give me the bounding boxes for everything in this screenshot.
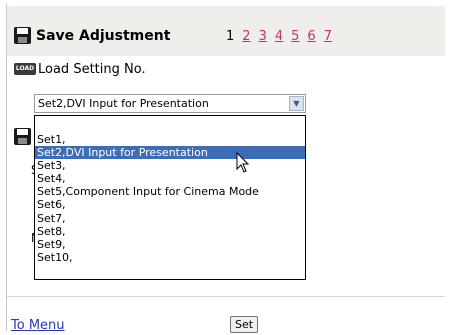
page-tab-4[interactable]: 4 (275, 29, 283, 44)
set-button[interactable]: Set (230, 316, 259, 333)
page-tab-2[interactable]: 2 (242, 29, 250, 44)
to-menu-link[interactable]: To Menu (11, 318, 65, 333)
save-disk-icon-2 (14, 128, 31, 145)
option-item[interactable]: Set5,Component Input for Cinema Mode (35, 185, 305, 198)
page-tab-1: 1 (226, 29, 235, 44)
load-setting-select[interactable]: Set2,DVI Input for Presentation ▼ (34, 94, 306, 113)
load-icon: LOAD (14, 63, 36, 75)
dropdown-arrow-icon[interactable]: ▼ (289, 96, 304, 111)
load-setting-options-list[interactable]: Set1, Set2,DVI Input for Presentation Set3… (34, 115, 306, 280)
option-item[interactable]: Set4, (35, 172, 305, 185)
option-item[interactable]: Set2,DVI Input for Presentation (35, 146, 305, 160)
option-item[interactable]: Set1, (35, 133, 305, 146)
page-tab-6[interactable]: 6 (307, 29, 315, 44)
option-item[interactable]: Set6, (35, 198, 305, 211)
page-title: Save Adjustment (36, 28, 171, 44)
option-item[interactable]: Set9, (35, 238, 305, 251)
page-tab-5[interactable]: 5 (291, 29, 299, 44)
page-tabs: 1234567 (226, 29, 340, 44)
mouse-pointer-icon (236, 152, 250, 173)
save-disk-icon (14, 27, 31, 44)
option-item[interactable]: Set8, (35, 225, 305, 238)
page-tab-7[interactable]: 7 (324, 29, 332, 44)
option-item[interactable]: Set7, (35, 212, 305, 225)
option-item[interactable]: Set10, (35, 251, 305, 264)
load-setting-label: Load Setting No. (38, 62, 146, 77)
page-tab-3[interactable]: 3 (259, 29, 267, 44)
load-setting-selected-value: Set2,DVI Input for Presentation (38, 97, 209, 110)
footer-divider (7, 296, 445, 297)
option-item[interactable]: Set3, (35, 159, 305, 172)
